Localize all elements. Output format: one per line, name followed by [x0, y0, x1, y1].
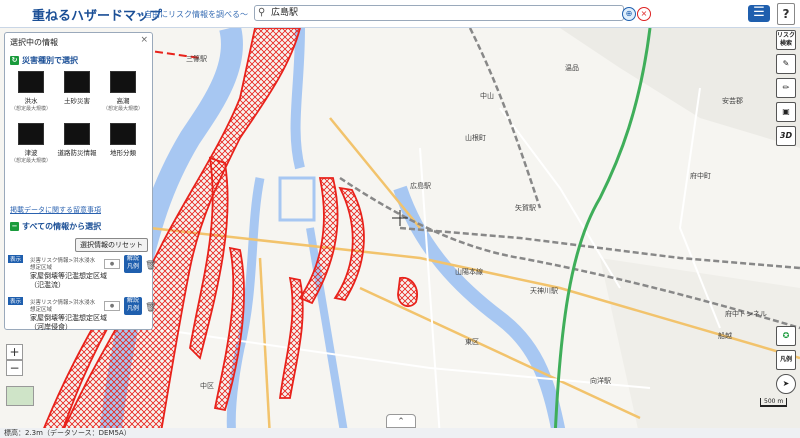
hazard-tsunami[interactable]: 津波 （想定最大規模） — [11, 123, 51, 164]
legend-button[interactable]: 解説 凡例 — [124, 255, 142, 273]
briefcase-icon[interactable]: ▣ — [776, 102, 796, 122]
all-info-heading[interactable]: − すべての情報から選択 — [10, 221, 101, 232]
legend-toggle[interactable]: 凡例 — [776, 350, 796, 370]
terrain-icon — [110, 123, 136, 145]
locate-icon[interactable]: ⊕ — [622, 7, 636, 21]
compass-icon[interactable]: ➤ — [776, 374, 796, 394]
risk-search-button[interactable]: リスク検索 — [776, 30, 796, 50]
map-label-funakoshi: 船越 — [718, 331, 732, 340]
scale-bar: 500 m — [760, 398, 788, 407]
map-label-aki-gun: 安芸郡 — [722, 96, 743, 105]
layer-source: 災害リスク情報>洪水浸水想定区域 — [30, 258, 96, 271]
map-label-higashi: 東区 — [465, 337, 479, 346]
map-label-hiroshima-eki: 広島駅 — [410, 181, 431, 190]
map-label-onsen: 温品 — [565, 63, 579, 72]
opacity-control[interactable]: ● — [104, 259, 120, 269]
tsunami-icon — [18, 123, 44, 145]
pen-icon[interactable]: ✎ — [776, 54, 796, 74]
help-button[interactable]: ? — [777, 3, 795, 25]
chevron-up-icon[interactable]: ⌃ — [386, 414, 416, 428]
walk-icon[interactable]: ✪ — [776, 326, 796, 346]
hazard-storm-surge[interactable]: 高潮 （想定最大規模） — [103, 71, 143, 112]
map-label-naka-ku: 中区 — [200, 381, 214, 390]
hazard-road[interactable]: 道路防災情報 — [57, 123, 97, 157]
app-header: 重ねるハザードマップ 〜自由にリスク情報を調べる〜 ⚲ 広島駅 ⊕ × ☰ ? — [0, 0, 800, 28]
zoom-in-button[interactable]: + — [6, 344, 23, 360]
visibility-toggle[interactable]: 表示 — [8, 255, 24, 263]
layer-name: 家屋倒壊等氾濫想定区域（河岸侵食） — [30, 314, 107, 331]
layer-item: 表示 災害リスク情報>洪水浸水想定区域 家屋倒壊等氾濫想定区域（河岸侵食） ● … — [8, 297, 156, 337]
search-icon: ⚲ — [258, 7, 266, 18]
expand-icon: − — [10, 222, 19, 231]
road-icon — [64, 123, 90, 145]
app-subtitle: 〜自由にリスク情報を調べる〜 — [136, 10, 248, 19]
legend-button[interactable]: 解説 凡例 — [124, 297, 142, 315]
map-label-sanyo: 山陽本線 — [455, 267, 483, 276]
storm-surge-icon — [110, 71, 136, 93]
by-hazard-heading[interactable]: ↻ 災害種別で選択 — [10, 55, 78, 66]
status-bar: 標高：2.3m（データソース：DEM5A） — [0, 428, 800, 438]
visibility-toggle[interactable]: 表示 — [8, 297, 24, 305]
clear-search-icon[interactable]: × — [637, 7, 651, 21]
draw-icon[interactable]: ✏ — [776, 78, 796, 98]
layer-item: 表示 災害リスク情報>洪水浸水想定区域 家屋倒壊等氾濫想定区域（氾濫流） ● 解… — [8, 255, 156, 295]
layer-name: 家屋倒壊等氾濫想定区域（氾濫流） — [30, 272, 107, 289]
flood-icon — [18, 71, 44, 93]
map-label-sanjo: 三篠駅 — [186, 54, 207, 63]
opacity-control[interactable]: ● — [104, 301, 120, 311]
landslide-icon — [64, 71, 90, 93]
search-input[interactable]: ⚲ 広島駅 — [254, 5, 624, 21]
map-label-fuchu: 府中町 — [690, 171, 711, 180]
map-label-tenjin: 天神川駅 — [530, 286, 558, 295]
hazard-landslide[interactable]: 土砂災害 — [57, 71, 97, 105]
zoom-out-button[interactable]: − — [6, 360, 23, 376]
menu-button[interactable]: ☰ — [748, 5, 770, 22]
map-label-mukainada: 向洋駅 — [590, 376, 611, 385]
selected-info-panel: 選択中の情報 × ↻ 災害種別で選択 洪水 （想定最大規模） 土砂災害 高潮 （想… — [4, 32, 156, 331]
hazard-flood[interactable]: 洪水 （想定最大規模） — [11, 71, 51, 112]
close-icon[interactable]: × — [140, 35, 148, 45]
background-map-thumbnail[interactable] — [6, 386, 34, 406]
trash-icon[interactable]: 🗑 — [145, 303, 156, 313]
search-value: 広島駅 — [271, 8, 299, 18]
map-label-nakayama: 中山 — [480, 91, 494, 100]
hazard-terrain[interactable]: 地形分類 — [103, 123, 143, 157]
map-label-tunnel: 府中トンネル — [725, 309, 767, 318]
notes-link[interactable]: 掲載データに関する留意事項 — [10, 205, 101, 215]
layer-source: 災害リスク情報>洪水浸水想定区域 — [30, 300, 96, 313]
map-label-yaga: 矢賀駅 — [515, 203, 536, 212]
trash-icon[interactable]: 🗑 — [145, 261, 156, 271]
panel-title: 選択中の情報 — [10, 38, 58, 47]
reset-button[interactable]: 選択情報のリセット — [75, 238, 148, 252]
3d-button[interactable]: 3D — [776, 126, 796, 146]
arrow-icon: ↻ — [10, 56, 19, 65]
map-label-yamane: 山根町 — [465, 133, 486, 142]
